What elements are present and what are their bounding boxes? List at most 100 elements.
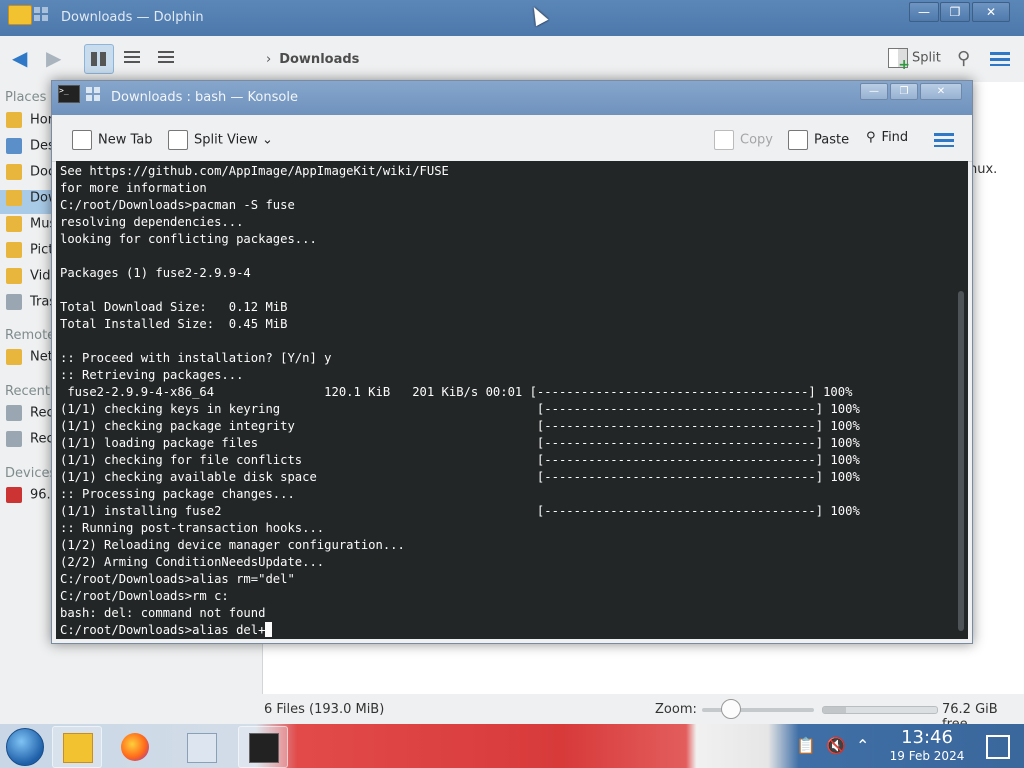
new-tab-button[interactable]: New Tab	[72, 130, 153, 150]
sidebar-item-device[interactable]: 96.3 GiB Hard Drive	[6, 487, 52, 511]
sidebar-item-label: Recent Files	[30, 405, 52, 421]
terminal-line: Total Installed Size: 0.45 MiB	[60, 317, 288, 331]
sidebar-item-label: 96.3 GiB Hard Drive	[30, 487, 52, 503]
dolphin-titlebar[interactable]: Downloads — Dolphin — ❐ ✕	[0, 0, 1024, 36]
new-tab-label: New Tab	[98, 132, 153, 148]
place-icon	[6, 138, 22, 154]
terminal-line: (1/2) Reloading device manager configura…	[60, 538, 405, 552]
paste-button[interactable]: Paste	[788, 130, 849, 150]
terminal-line: (1/1) checking available disk space [---…	[60, 470, 860, 484]
split-button[interactable]: Split	[888, 48, 941, 73]
breadcrumb[interactable]: › Downloads	[266, 52, 359, 67]
window-menu-icon[interactable]	[86, 87, 100, 101]
chevron-right-icon: ›	[266, 52, 272, 67]
find-button[interactable]: ⚲ Find	[866, 130, 908, 145]
taskbar-firefox[interactable]	[110, 726, 160, 768]
terminal-line: bash: del: command not found	[60, 606, 266, 620]
konsole-window-title: Downloads : bash — Konsole	[111, 90, 298, 105]
sidebar-item-pictures[interactable]: Pictures	[6, 242, 52, 266]
devices-header: Devices	[5, 466, 52, 481]
maximize-button[interactable]: ❐	[940, 2, 970, 22]
terminal-lines: See https://github.com/AppImage/AppImage…	[60, 163, 860, 639]
sidebar-item-label: Downloads	[30, 190, 52, 206]
sidebar-item-desktop[interactable]: Desktop	[6, 138, 52, 162]
sidebar-item-label: Network	[30, 349, 52, 365]
place-icon	[6, 242, 22, 258]
chevron-down-icon: ⌄	[261, 132, 273, 148]
sidebar-item-trash[interactable]: Trash	[6, 294, 52, 318]
terminal-line: (1/1) checking keys in keyring [--------…	[60, 402, 860, 416]
place-icon	[6, 190, 22, 206]
window-menu-icon[interactable]	[34, 7, 48, 21]
konsole-maximize-button[interactable]: ❐	[890, 83, 918, 100]
terminal-line: resolving dependencies...	[60, 215, 244, 229]
sidebar-item-label: Pictures	[30, 242, 52, 258]
place-icon	[6, 164, 22, 180]
forward-arrow-icon[interactable]: ▶	[46, 48, 72, 70]
sidebar-item-network[interactable]: Network	[6, 349, 52, 373]
konsole-window: >_ Downloads : bash — Konsole — ❐ ✕ New …	[51, 80, 973, 644]
sidebar-item-downloads[interactable]: Downloads	[0, 190, 52, 214]
terminal-prompt-line[interactable]: C:/root/Downloads>alias del+	[60, 622, 860, 639]
minimize-button[interactable]: —	[909, 2, 939, 22]
sidebar-item-recent-0[interactable]: Recent Files	[6, 405, 52, 429]
breadcrumb-downloads[interactable]: Downloads	[279, 52, 359, 67]
hamburger-menu-icon[interactable]	[934, 133, 954, 147]
chevron-up-icon[interactable]: ⌃	[856, 736, 869, 755]
back-arrow-icon[interactable]: ◀	[12, 48, 38, 70]
taskbar-file-manager[interactable]	[52, 726, 102, 768]
clock[interactable]: 13:46 19 Feb 2024	[882, 728, 972, 764]
zoom-slider-handle[interactable]	[721, 699, 741, 719]
places-sidebar: Places Home Desktop Documents Downloads Music…	[0, 82, 52, 702]
sidebar-item-label: Music	[30, 216, 52, 232]
start-menu-button[interactable]	[6, 728, 44, 766]
split-view-button[interactable]: Split View ⌄	[168, 130, 273, 150]
terminal-line: (1/1) loading package files [-----------…	[60, 436, 860, 450]
search-icon[interactable]: ⚲	[957, 48, 970, 69]
volume-muted-icon[interactable]: 🔇	[826, 736, 846, 755]
terminal-line: See https://github.com/AppImage/AppImage…	[60, 164, 449, 178]
show-desktop-button[interactable]	[986, 735, 1010, 759]
copy-label: Copy	[740, 132, 773, 148]
terminal-line: C:/root/Downloads>alias rm="del"	[60, 572, 295, 586]
file-name-fragment[interactable]: nux.	[969, 162, 997, 177]
close-button[interactable]: ✕	[972, 2, 1010, 22]
place-icon	[6, 405, 22, 421]
folder-app-icon	[8, 5, 32, 25]
konsole-close-button[interactable]: ✕	[920, 83, 962, 100]
paste-label: Paste	[814, 132, 850, 148]
terminal-output[interactable]: See https://github.com/AppImage/AppImage…	[56, 161, 968, 639]
sidebar-item-label: Trash	[30, 294, 52, 310]
taskbar-konsole[interactable]	[238, 726, 288, 768]
terminal-line: (1/1) installing fuse2 [----------------…	[60, 504, 860, 518]
taskbar-system-settings[interactable]	[176, 726, 226, 768]
sidebar-item-label: Home	[30, 112, 52, 128]
clipboard-icon[interactable]: 📋	[796, 736, 816, 755]
copy-button[interactable]: Copy	[714, 130, 773, 150]
folder-icon	[63, 733, 93, 763]
sidebar-item-videos[interactable]: Videos	[6, 268, 52, 292]
compact-view-button[interactable]	[118, 44, 146, 72]
taskbar: 📋 🔇 ⌃ 13:46 19 Feb 2024	[0, 724, 1024, 768]
terminal-scrollbar[interactable]	[958, 291, 964, 631]
konsole-titlebar[interactable]: >_ Downloads : bash — Konsole — ❐ ✕	[52, 81, 972, 115]
konsole-toolbar: New Tab Split View ⌄ Copy Paste ⚲ Find	[52, 115, 972, 162]
terminal-line: (1/1) checking package integrity [------…	[60, 419, 860, 433]
details-view-button[interactable]	[152, 44, 180, 72]
icons-view-button[interactable]	[84, 44, 114, 74]
konsole-minimize-button[interactable]: —	[860, 83, 888, 100]
hamburger-menu-icon[interactable]	[990, 52, 1010, 66]
free-space-bar	[822, 706, 938, 714]
place-icon	[6, 294, 22, 310]
place-icon	[6, 112, 22, 128]
zoom-slider-track[interactable]	[702, 708, 814, 712]
sidebar-item-home[interactable]: Home	[6, 112, 52, 136]
sidebar-item-documents[interactable]: Documents	[6, 164, 52, 188]
split-icon	[888, 48, 910, 73]
text-cursor	[265, 622, 273, 637]
sidebar-item-music[interactable]: Music	[6, 216, 52, 240]
sidebar-item-recent-1[interactable]: Recent Locations	[6, 431, 52, 455]
sidebar-item-label: Documents	[30, 164, 52, 180]
